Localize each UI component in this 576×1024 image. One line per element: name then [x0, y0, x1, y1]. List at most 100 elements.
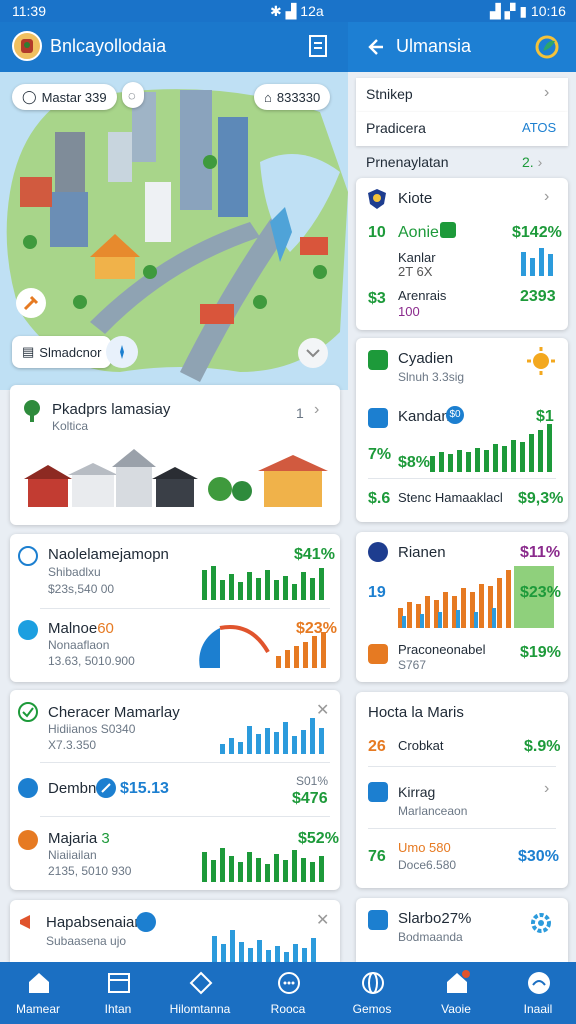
nav-item-5[interactable]: Vaoie — [420, 962, 492, 1024]
document-icon[interactable] — [306, 34, 330, 58]
rianen-row2-sub: S767 — [398, 658, 427, 672]
badge-icon: ⌂ — [264, 89, 272, 105]
stat3-line1: Subaasena ujo — [46, 934, 127, 948]
chat-icon — [276, 970, 302, 996]
chevron-right-icon-k[interactable]: › — [544, 188, 549, 206]
slarbo-sub: Bodmaanda — [398, 930, 463, 944]
nav-item-6[interactable]: Inaail — [502, 962, 574, 1024]
chevron-right-icon-h[interactable]: › — [544, 780, 549, 798]
map-pill-location[interactable]: ◯ Mastar 339 — [12, 84, 117, 110]
right-list-item-0-label: Stnikep — [366, 86, 413, 102]
leaf-logo-icon[interactable] — [532, 32, 562, 62]
hocta-row2-title: Kirrag — [398, 784, 436, 800]
nav-item-6-label: Inaail — [523, 1002, 553, 1016]
slarbo-card[interactable]: Slarbo27% Bodmaanda — [356, 898, 568, 962]
rianen-card[interactable]: Rianen $11% 19 $23% Praconeonabel S767 $… — [356, 532, 568, 682]
close-icon-2[interactable]: ✕ — [316, 910, 329, 930]
right-list-item-2-value: 2. › — [522, 154, 543, 170]
places-title: Pkadprs lamasiay — [52, 401, 171, 418]
tools-icon[interactable] — [16, 288, 46, 318]
nav-item-4-label: Gemos — [352, 1002, 392, 1016]
rianen-lead: 19 — [368, 584, 386, 601]
left-app-title: Bnlcayollodaia — [50, 36, 167, 56]
hocta-card[interactable]: Hocta la Maris 26 Crobkat $.9% Kirrag Ma… — [356, 692, 568, 888]
right-list-item-1-value: ATOS — [522, 120, 557, 135]
cyadien-card[interactable]: Cyadien Slnuh 3.3sig Kandan $0 $1 7% $8%… — [356, 338, 568, 522]
kiote-row0-lead: 10 — [368, 224, 386, 241]
right-list-item-1[interactable]: Pradicera ATOS — [356, 112, 568, 146]
nav-item-3[interactable]: Rooca — [252, 962, 324, 1024]
compass-icon[interactable] — [106, 336, 138, 368]
nav-item-2[interactable]: Hilomtanna — [164, 962, 236, 1024]
location-dot-icon — [18, 620, 38, 640]
stats-card-2[interactable]: Cheracer Mamarlay Hidiianos S0340 X7.3.3… — [10, 690, 340, 890]
nav-item-0-label: Mamear — [15, 1002, 60, 1016]
kiote-row0-label: Aonie — [398, 224, 439, 241]
cyadien-subtitle: Slnuh 3.3sig — [398, 370, 465, 384]
map-pin-button[interactable]: ◌ — [122, 82, 144, 108]
cyadien-row2-pct: $8% — [398, 454, 431, 471]
rianen-value: $11% — [520, 544, 561, 561]
nav-item-1[interactable]: Ihtan — [82, 962, 154, 1024]
cyadien-row3-label: Stenc Hamaaklacl — [398, 490, 503, 505]
gear-icon[interactable] — [528, 910, 554, 936]
badge-shield-icon — [366, 188, 388, 210]
info-badge-icon — [136, 912, 156, 932]
status-right: ▟ ▞ ▮ 10:16 — [490, 3, 566, 19]
check-badge-icon — [440, 222, 456, 238]
stat1-row2-title: Malnoe60 — [48, 620, 114, 637]
megaphone-icon — [18, 912, 38, 932]
rianen-row2-value: $19% — [520, 644, 561, 661]
stat3-title: Hapabsenaian — [46, 914, 143, 931]
nav-item-4[interactable]: Gemos — [336, 962, 408, 1024]
home-alert-icon — [444, 970, 470, 996]
landmarks-illustration — [24, 449, 328, 507]
kiote-card[interactable]: Kiote › 10 Aonie $142% Kanlar 2T 6X $3 A… — [356, 178, 568, 330]
globe-nav-icon — [360, 970, 386, 996]
stat1-row2-line2: 13.63, 5010.900 — [48, 654, 135, 668]
city-map[interactable]: ◯ Mastar 339 ◌ ⌂ 833330 ▤ Slmadcnor — [0, 72, 348, 390]
stat3-bar-chart — [212, 930, 316, 962]
stat2-row1-line1: Hidiianos S0340 — [48, 722, 136, 736]
places-card[interactable]: Pkadprs lamasiay Koltica 1 › — [10, 385, 340, 525]
message-icon — [526, 970, 552, 996]
nav-item-2-label: Hilomtanna — [169, 1002, 231, 1016]
stat2-row1-line2: X7.3.350 — [48, 738, 97, 752]
square-icon — [368, 350, 388, 370]
kiote-row1-sub: 2T 6X — [398, 264, 433, 279]
list-icon — [368, 910, 388, 930]
shield-icon — [18, 778, 38, 798]
tree-icon — [20, 399, 44, 423]
right-list-item-1-label: Pradicera — [366, 120, 426, 136]
nav-item-0[interactable]: Mamear — [2, 962, 74, 1024]
stat2-row2-value: $15.13 — [120, 780, 169, 797]
rianen-chart-label: $23% — [520, 584, 561, 601]
stat1-row1-line1: Shibadlxu — [48, 565, 101, 579]
check-icon — [18, 702, 38, 722]
circle-logo-icon — [368, 542, 388, 562]
kiote-row1-label: Kanlar — [398, 250, 436, 265]
stats-card-3[interactable]: Hapabsenaian Subaasena ujo ✕ — [10, 900, 340, 962]
chevron-right-icon[interactable]: › — [314, 401, 319, 419]
map-icon — [188, 970, 214, 996]
kiote-row2-label: Arenrais — [398, 288, 447, 303]
map-layer-toggle[interactable]: ▤ Slmadcnor — [12, 336, 112, 368]
close-icon[interactable]: ✕ — [316, 700, 329, 720]
right-app-title: Ulmansia — [396, 36, 472, 56]
calendar-icon — [106, 970, 132, 996]
hocta-row3-label: Umo 580 — [398, 840, 451, 855]
tag-icon — [368, 644, 388, 664]
kiote-row0-value: $142% — [512, 224, 562, 241]
edit-icon[interactable] — [96, 778, 116, 798]
grid-icon — [368, 782, 388, 802]
hocta-row3-lead: 76 — [368, 848, 386, 865]
right-list-item-2-label: Prnenaylatan — [366, 154, 449, 170]
expand-icon[interactable] — [298, 338, 328, 368]
right-list-item-0[interactable]: Stnikep › — [356, 78, 568, 112]
back-arrow-icon[interactable] — [362, 34, 388, 60]
cyadien-row3-lead: $.6 — [368, 490, 391, 507]
app-logo-icon[interactable] — [12, 31, 42, 61]
status-bar: 11:39 ✱ ▟ 12a ▟ ▞ ▮ 10:16 — [0, 0, 576, 22]
map-pill-info[interactable]: ⌂ 833330 — [254, 84, 331, 110]
stats-card-1[interactable]: Naolelamejamopn Shibadlxu $23s,540 00 $4… — [10, 534, 340, 682]
